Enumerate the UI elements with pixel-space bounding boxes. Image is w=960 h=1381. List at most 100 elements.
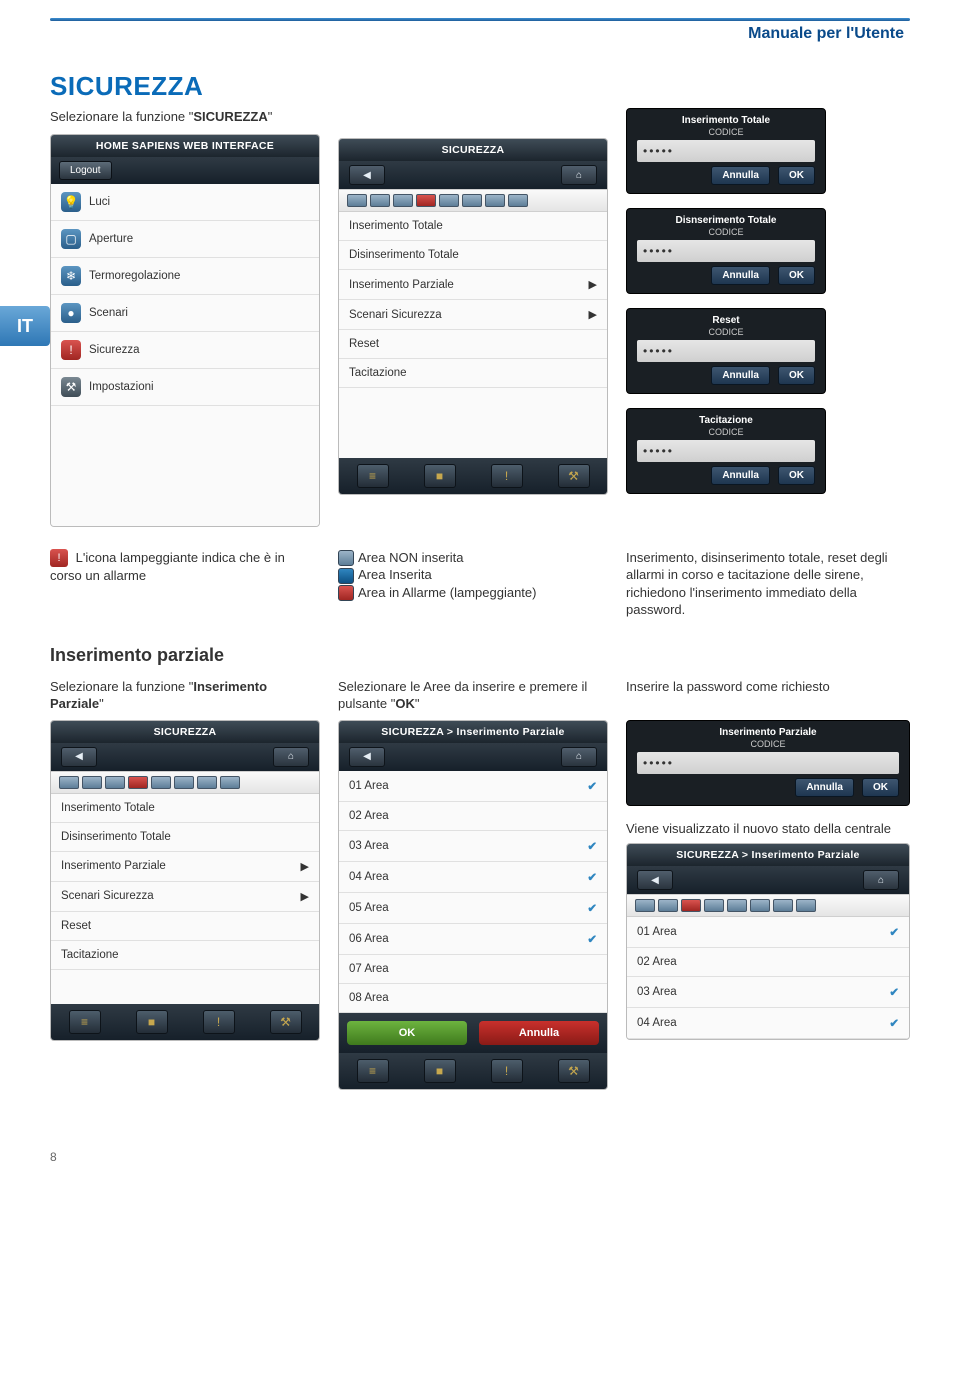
code-title: Reset xyxy=(637,315,815,326)
footer-icon[interactable]: ⚒ xyxy=(558,464,590,488)
footer-icon[interactable]: ≡ xyxy=(69,1010,101,1034)
security-item[interactable]: Disinserimento Totale xyxy=(51,823,319,852)
logout-button[interactable]: Logout xyxy=(59,161,112,180)
footer-icon[interactable]: ≡ xyxy=(357,464,389,488)
area-row[interactable]: 08 Area xyxy=(339,984,607,1013)
back-button[interactable]: ◀ xyxy=(637,870,673,890)
area-label: 03 Area xyxy=(349,840,587,852)
page-number: 8 xyxy=(50,1150,910,1164)
home-button[interactable]: ⌂ xyxy=(561,165,597,185)
security-item[interactable]: Inserimento Parziale▶ xyxy=(51,852,319,882)
menu-item-sicurezza[interactable]: !Sicurezza xyxy=(51,332,319,369)
security-item[interactable]: Tacitazione xyxy=(339,359,607,388)
area-label: 01 Area xyxy=(637,926,889,938)
footer-icon[interactable]: ⚒ xyxy=(558,1059,590,1083)
area-label: 03 Area xyxy=(637,986,889,998)
area-row[interactable]: 07 Area xyxy=(339,955,607,984)
cancel-button[interactable]: Annulla xyxy=(711,266,770,285)
footer-icon[interactable]: ! xyxy=(203,1010,235,1034)
code-input[interactable]: ••••• xyxy=(637,440,815,462)
security-item[interactable]: Inserimento Parziale▶ xyxy=(339,270,607,300)
ok-button[interactable]: OK xyxy=(778,466,815,485)
area-row[interactable]: 04 Area✔ xyxy=(339,862,607,893)
area-row[interactable]: 02 Area xyxy=(339,802,607,831)
security-item[interactable]: Tacitazione xyxy=(51,941,319,970)
item-label: Inserimento Parziale xyxy=(61,860,301,872)
chevron-right-icon: ▶ xyxy=(301,860,309,873)
item-label: Scenari Sicurezza xyxy=(61,890,301,902)
cancel-button[interactable]: Annulla xyxy=(711,166,770,185)
code-input[interactable]: ••••• xyxy=(637,140,815,162)
item-label: Tacitazione xyxy=(349,367,597,379)
code-sub: CODICE xyxy=(637,327,815,337)
cancel-button[interactable]: Annulla xyxy=(479,1021,599,1045)
legend: Area NON inserita Area Inserita Area in … xyxy=(338,549,608,602)
area-row[interactable]: 01 Area✔ xyxy=(339,771,607,802)
menu-item-luci[interactable]: 💡Luci xyxy=(51,184,319,221)
footer-icon[interactable]: ⚒ xyxy=(270,1010,302,1034)
areas-panel-title: SICUREZZA > Inserimento Parziale xyxy=(339,721,607,743)
footer-icon[interactable]: ! xyxy=(491,464,523,488)
code-sub: CODICE xyxy=(637,227,815,237)
security-item[interactable]: Inserimento Totale xyxy=(339,212,607,241)
code-popup: Disnserimento TotaleCODICE•••••AnnullaOK xyxy=(626,208,826,294)
cancel-button[interactable]: Annulla xyxy=(795,778,854,797)
footer-icon[interactable]: ! xyxy=(491,1059,523,1083)
footer-icon[interactable]: ■ xyxy=(136,1010,168,1034)
footer-icon[interactable]: ≡ xyxy=(357,1059,389,1083)
code-title: Inserimento Totale xyxy=(637,115,815,126)
footer-icon[interactable]: ■ xyxy=(424,1059,456,1083)
menu-item-scenari[interactable]: ●Scenari xyxy=(51,295,319,332)
item-label: Tacitazione xyxy=(61,949,309,961)
main-menu-panel: HOME SAPIENS WEB INTERFACE Logout 💡Luci … xyxy=(50,134,320,527)
security-item[interactable]: Scenari Sicurezza▶ xyxy=(51,882,319,912)
legend-off-icon xyxy=(338,550,354,566)
home-button[interactable]: ⌂ xyxy=(863,870,899,890)
ok-button[interactable]: OK xyxy=(778,266,815,285)
chevron-right-icon: ▶ xyxy=(301,890,309,903)
explanation: Inserimento, disinserimento totale, rese… xyxy=(626,549,910,619)
ok-button[interactable]: OK xyxy=(778,166,815,185)
ok-button[interactable]: OK xyxy=(778,366,815,385)
security-item[interactable]: Reset xyxy=(339,330,607,359)
area-row[interactable]: 06 Area✔ xyxy=(339,924,607,955)
cancel-button[interactable]: Annulla xyxy=(711,366,770,385)
cancel-button[interactable]: Annulla xyxy=(711,466,770,485)
page-title: SICUREZZA xyxy=(50,71,910,102)
menu-item-aperture[interactable]: ▢Aperture xyxy=(51,221,319,258)
code-popup-parziale: Inserimento Parziale CODICE ••••• Annull… xyxy=(626,720,910,806)
area-row[interactable]: 05 Area✔ xyxy=(339,893,607,924)
check-icon: ✔ xyxy=(889,985,899,999)
scene-icon: ● xyxy=(61,303,81,323)
header-rule xyxy=(50,18,910,21)
item-label: Reset xyxy=(61,920,309,932)
footer-bar: ≡ ■ ! ⚒ xyxy=(339,458,607,494)
back-button[interactable]: ◀ xyxy=(349,165,385,185)
security-item[interactable]: Scenari Sicurezza▶ xyxy=(339,300,607,330)
back-button[interactable]: ◀ xyxy=(61,747,97,767)
area-label: 08 Area xyxy=(349,992,597,1004)
check-icon: ✔ xyxy=(587,870,597,884)
security-panel: SICUREZZA ◀ ⌂ Inserimento TotaleDisinser… xyxy=(338,138,608,495)
security-item[interactable]: Reset xyxy=(51,912,319,941)
ok-button[interactable]: OK xyxy=(862,778,899,797)
security-item[interactable]: Disinserimento Totale xyxy=(339,241,607,270)
menu-item-termoregolazione[interactable]: ❄Termoregolazione xyxy=(51,258,319,295)
menu-item-impostazioni[interactable]: ⚒Impostazioni xyxy=(51,369,319,406)
legend-on-icon xyxy=(338,568,354,584)
areas-panel: SICUREZZA > Inserimento Parziale ◀ ⌂ 01 A… xyxy=(338,720,608,1090)
security-item[interactable]: Inserimento Totale xyxy=(51,794,319,823)
chevron-right-icon: ▶ xyxy=(589,308,597,321)
home-button[interactable]: ⌂ xyxy=(561,747,597,767)
code-input[interactable]: ••••• xyxy=(637,340,815,362)
back-button[interactable]: ◀ xyxy=(349,747,385,767)
home-button[interactable]: ⌂ xyxy=(273,747,309,767)
code-input[interactable]: ••••• xyxy=(637,752,899,774)
ok-button[interactable]: OK xyxy=(347,1021,467,1045)
area-label: 02 Area xyxy=(349,810,597,822)
check-icon: ✔ xyxy=(587,932,597,946)
code-sub: CODICE xyxy=(637,127,815,137)
code-input[interactable]: ••••• xyxy=(637,240,815,262)
area-row[interactable]: 03 Area✔ xyxy=(339,831,607,862)
footer-icon[interactable]: ■ xyxy=(424,464,456,488)
